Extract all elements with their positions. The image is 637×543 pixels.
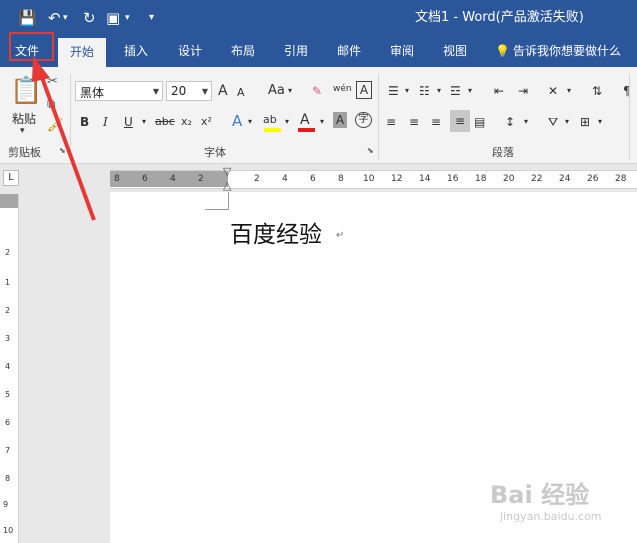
baidu-watermark: Bai 经验: [490, 481, 590, 509]
annotation-arrow: [32, 56, 96, 221]
baidu-watermark-url: jingyan.baidu.com: [500, 510, 602, 523]
